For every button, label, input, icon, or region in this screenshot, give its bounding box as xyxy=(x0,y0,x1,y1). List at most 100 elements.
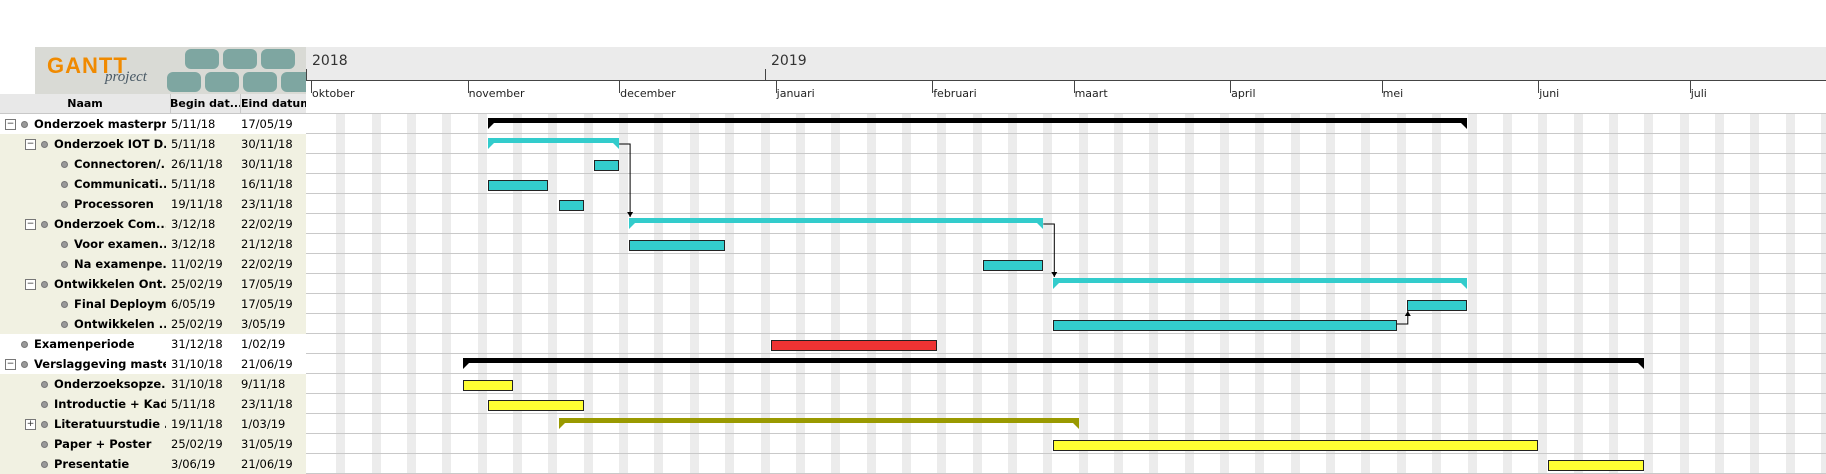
task-end-date[interactable]: 1/03/19 xyxy=(241,414,305,434)
task-row[interactable]: Examenperiode 31/12/18 1/02/19 xyxy=(0,334,306,354)
month-label: juni xyxy=(1539,87,1560,100)
task-end-date[interactable]: 22/02/19 xyxy=(241,214,305,234)
task-name[interactable]: Onderzoek Com... xyxy=(54,214,166,234)
task-begin-date[interactable]: 26/11/18 xyxy=(171,154,239,174)
task-row[interactable]: Processoren 19/11/18 23/11/18 xyxy=(0,194,306,214)
dependency-arrow[interactable] xyxy=(1396,311,1409,325)
task-begin-date[interactable]: 25/02/19 xyxy=(171,314,239,334)
collapse-icon[interactable]: − xyxy=(25,279,36,290)
arrowhead-icon xyxy=(627,212,634,217)
task-row[interactable]: Paper + Poster 25/02/19 31/05/19 xyxy=(0,434,306,454)
task-row[interactable]: Introductie + Kad...5/11/1823/11/18 xyxy=(0,394,306,414)
task-name[interactable]: Verslaggeving maste... xyxy=(34,354,166,374)
task-begin-date[interactable]: 3/06/19 xyxy=(171,454,239,474)
task-begin-date[interactable]: 11/02/19 xyxy=(171,254,239,274)
column-header-begin[interactable]: Begin dat... xyxy=(170,94,241,113)
task-end-date[interactable]: 21/06/19 xyxy=(241,454,305,474)
task-name[interactable]: Presentatie xyxy=(54,454,166,474)
task-name[interactable]: Communicati... xyxy=(74,174,166,194)
task-bullet-icon xyxy=(61,241,68,248)
task-end-date[interactable]: 1/02/19 xyxy=(241,334,305,354)
task-bullet-icon xyxy=(41,221,48,228)
task-begin-date[interactable]: 5/11/18 xyxy=(171,114,239,134)
task-name[interactable]: Onderzoek IOT D... xyxy=(54,134,166,154)
task-name[interactable]: Onderzoek masterpr... xyxy=(34,114,166,134)
task-begin-date[interactable]: 25/02/19 xyxy=(171,434,239,454)
task-bullet-icon xyxy=(21,341,28,348)
gantt-chart-area[interactable] xyxy=(306,113,1826,474)
dependency-arrow[interactable] xyxy=(619,143,631,217)
task-row[interactable]: + Literatuurstudie ... 19/11/18 1/03/19 xyxy=(0,414,306,434)
dependency-arrow[interactable] xyxy=(1043,223,1055,277)
task-name[interactable]: Processoren xyxy=(74,194,166,214)
collapse-icon[interactable]: − xyxy=(5,119,16,130)
task-bullet-icon xyxy=(41,441,48,448)
task-end-date[interactable]: 21/12/18 xyxy=(241,234,305,254)
task-end-date[interactable]: 9/11/18 xyxy=(241,374,305,394)
task-begin-date[interactable]: 5/11/18 xyxy=(171,134,239,154)
task-row[interactable]: − Verslaggeving maste...31/10/1821/06/19 xyxy=(0,354,306,374)
month-label: februari xyxy=(933,87,977,100)
task-name[interactable]: Paper + Poster xyxy=(54,434,166,454)
collapse-icon[interactable]: − xyxy=(25,219,36,230)
task-row[interactable]: Onderzoeksopze... 31/10/18 9/11/18 xyxy=(0,374,306,394)
task-begin-date[interactable]: 31/12/18 xyxy=(171,334,239,354)
task-end-date[interactable]: 30/11/18 xyxy=(241,154,305,174)
task-end-date[interactable]: 30/11/18 xyxy=(241,134,305,154)
task-end-date[interactable]: 21/06/19 xyxy=(241,354,305,374)
task-row[interactable]: Communicati... 5/11/18 16/11/18 xyxy=(0,174,306,194)
task-row[interactable]: − Ontwikkelen Ont... 25/02/19 17/05/19 xyxy=(0,274,306,294)
task-name[interactable]: Literatuurstudie ... xyxy=(54,414,166,434)
arrowhead-icon xyxy=(1051,272,1058,277)
task-end-date[interactable]: 22/02/19 xyxy=(241,254,305,274)
task-bullet-icon xyxy=(61,201,68,208)
task-name[interactable]: Final Deploym... xyxy=(74,294,166,314)
task-name[interactable]: Ontwikkelen ... xyxy=(74,314,166,334)
task-row[interactable]: Final Deploym...6/05/1917/05/19 xyxy=(0,294,306,314)
task-row[interactable]: Presentatie 3/06/19 21/06/19 xyxy=(0,454,306,474)
task-row[interactable]: − Onderzoek IOT D... 5/11/18 30/11/18 xyxy=(0,134,306,154)
task-begin-date[interactable]: 19/11/18 xyxy=(171,194,239,214)
task-end-date[interactable]: 23/11/18 xyxy=(241,394,305,414)
task-begin-date[interactable]: 25/02/19 xyxy=(171,274,239,294)
task-begin-date[interactable]: 31/10/18 xyxy=(171,374,239,394)
task-begin-date[interactable]: 5/11/18 xyxy=(171,174,239,194)
task-end-date[interactable]: 31/05/19 xyxy=(241,434,305,454)
task-name[interactable]: Introductie + Kad... xyxy=(54,394,166,414)
task-end-date[interactable]: 17/05/19 xyxy=(241,274,305,294)
collapse-icon[interactable]: − xyxy=(5,359,16,370)
task-name[interactable]: Examenperiode xyxy=(34,334,166,354)
collapse-icon[interactable]: − xyxy=(25,139,36,150)
task-begin-date[interactable]: 5/11/18 xyxy=(171,394,239,414)
task-end-date[interactable]: 23/11/18 xyxy=(241,194,305,214)
task-row[interactable]: Ontwikkelen ... 25/02/19 3/05/19 xyxy=(0,314,306,334)
task-name[interactable]: Na examenpe... xyxy=(74,254,166,274)
task-name[interactable]: Connectoren/... xyxy=(74,154,166,174)
column-header-end[interactable]: Eind datum xyxy=(241,94,307,113)
task-bullet-icon xyxy=(61,301,68,308)
task-name[interactable]: Onderzoeksopze... xyxy=(54,374,166,394)
task-end-date[interactable]: 17/05/19 xyxy=(241,294,305,314)
task-name[interactable]: Voor examen... xyxy=(74,234,166,254)
task-end-date[interactable]: 3/05/19 xyxy=(241,314,305,334)
task-name[interactable]: Ontwikkelen Ont... xyxy=(54,274,166,294)
month-label: april xyxy=(1231,87,1256,100)
task-begin-date[interactable]: 3/12/18 xyxy=(171,214,239,234)
task-end-date[interactable]: 17/05/19 xyxy=(241,114,305,134)
task-row[interactable]: Voor examen... 3/12/18 21/12/18 xyxy=(0,234,306,254)
task-begin-date[interactable]: 3/12/18 xyxy=(171,234,239,254)
column-header-name[interactable]: Naam xyxy=(0,94,171,113)
task-row[interactable]: Na examenpe... 11/02/19 22/02/19 xyxy=(0,254,306,274)
task-begin-date[interactable]: 31/10/18 xyxy=(171,354,239,374)
task-bullet-icon xyxy=(41,461,48,468)
task-bullet-icon xyxy=(21,121,28,128)
task-begin-date[interactable]: 19/11/18 xyxy=(171,414,239,434)
task-row[interactable]: − Onderzoek Com... 3/12/18 22/02/19 xyxy=(0,214,306,234)
task-row[interactable]: − Onderzoek masterpr... 5/11/18 17/05/19 xyxy=(0,114,306,134)
task-bullet-icon xyxy=(41,401,48,408)
expand-icon[interactable]: + xyxy=(25,419,36,430)
task-row[interactable]: Connectoren/... 26/11/18 30/11/18 xyxy=(0,154,306,174)
logo-subtitle: project xyxy=(105,69,147,85)
task-begin-date[interactable]: 6/05/19 xyxy=(171,294,239,314)
task-end-date[interactable]: 16/11/18 xyxy=(241,174,305,194)
